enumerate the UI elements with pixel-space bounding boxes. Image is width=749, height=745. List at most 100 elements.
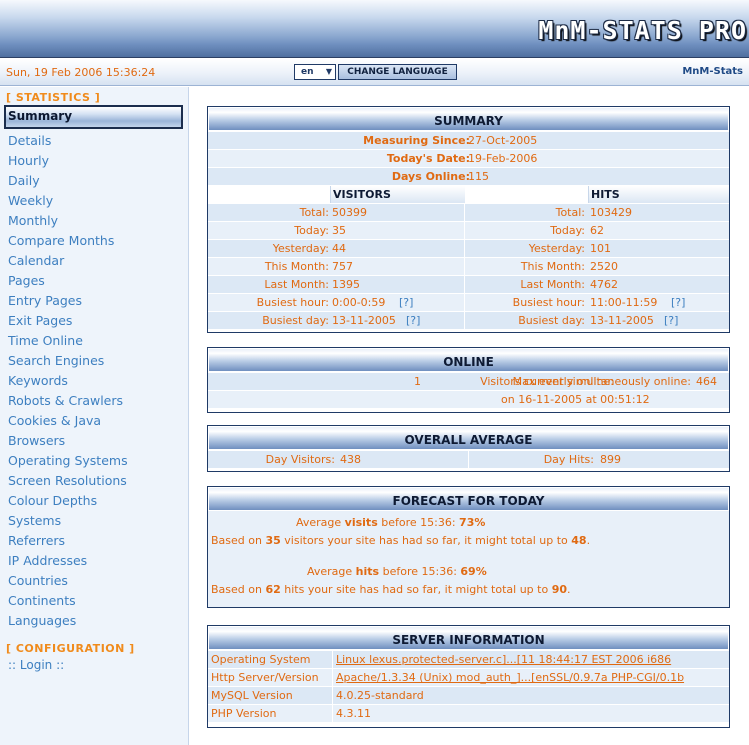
sidebar-item-calendar[interactable]: Calendar (8, 253, 64, 268)
todays-date-value: 19-Feb-2006 (468, 152, 538, 165)
summary-stat-row: Busiest hour: 0:00-0:59 Busiest hour: 11:00… (208, 293, 729, 311)
visitors-stat-label: Busiest day: (262, 314, 329, 327)
summary-stat-row: This Month: 757 This Month: 2520 (208, 257, 729, 275)
visitors-stat-label: Total: (299, 206, 329, 219)
day-visitors-value: 438 (340, 453, 361, 466)
hits-stat-value: 103429 (590, 206, 632, 219)
server-info-label: MySQL Version (211, 689, 293, 702)
days-online-value: 115 (468, 170, 489, 183)
hits-column-header: HITS (588, 186, 729, 204)
sidebar-item-exit-pages[interactable]: Exit Pages (8, 313, 72, 328)
sidebar-item-languages[interactable]: Languages (8, 613, 76, 628)
sidebar-item-daily[interactable]: Daily (8, 173, 40, 188)
sidebar-item-monthly[interactable]: Monthly (8, 213, 58, 228)
sidebar-item-compare-months[interactable]: Compare Months (8, 233, 114, 248)
summary-stat-row: Busiest day: 13-11-2005 Busiest day: 13-11-… (208, 311, 729, 329)
language-select[interactable]: en ▼ (294, 64, 336, 80)
server-info-value: 4.3.11 (336, 707, 371, 720)
change-language-button[interactable]: CHANGE LANGUAGE (338, 64, 457, 80)
language-value: en (301, 67, 314, 77)
max-online-label: Max ever simultaneously online: (512, 375, 691, 388)
max-online-value: 464 (696, 375, 717, 388)
visitors-column-header: VISITORS (330, 186, 465, 204)
visitors-stat-value: 44 (332, 242, 346, 255)
visitors-stat-label: Yesterday: (272, 242, 329, 255)
forecast-hits-line: Average hits before 15:36: 69% (307, 565, 487, 578)
sidebar-item-systems[interactable]: Systems (8, 513, 61, 528)
hits-stat-label: Busiest hour: (512, 296, 585, 309)
hits-help-link[interactable]: [?] (664, 314, 678, 327)
sidebar-item-robots-crawlers[interactable]: Robots & Crawlers (8, 393, 123, 408)
online-row: Visitors currently online: 1 Max ever si… (208, 372, 729, 390)
sidebar: [ STATISTICS ] Summary Details Hourly Dail… (0, 87, 189, 745)
forecast-hits-count: 62 (265, 583, 281, 596)
sidebar-item-referrers[interactable]: Referrers (8, 533, 65, 548)
forecast-visits-based: Based on 35 visitors your site has had s… (211, 534, 591, 547)
server-info-value[interactable]: Linux lexus.protected-server.c]...[11 18… (336, 653, 671, 666)
average-title: OVERALL AVERAGE (208, 426, 729, 450)
sidebar-item-time-online[interactable]: Time Online (8, 333, 83, 348)
summary-panel: SUMMARY Measuring Since: 27-Oct-2005 Tod… (207, 106, 730, 333)
sidebar-item-continents[interactable]: Continents (8, 593, 76, 608)
forecast-visits-line: Average visits before 15:36: 73% (296, 516, 486, 529)
visitors-online-value: 1 (414, 375, 421, 388)
visitors-stat-value: 50399 (332, 206, 367, 219)
current-date: Sun, 19 Feb 2006 15:36:24 (6, 66, 156, 79)
summary-title: SUMMARY (208, 107, 729, 131)
summary-stat-row: Last Month: 1395 Last Month: 4762 (208, 275, 729, 293)
forecast-hits-total: 90 (551, 583, 568, 596)
summary-stat-row: Total: 50399 Total: 103429 (208, 203, 729, 221)
sidebar-item-browsers[interactable]: Browsers (8, 433, 65, 448)
hits-stat-value: 4762 (590, 278, 618, 291)
sidebar-item-ip-addresses[interactable]: IP Addresses (8, 553, 87, 568)
days-online-row: Days Online: 115 (208, 167, 729, 185)
server-info-value[interactable]: Apache/1.3.34 (Unix) mod_auth_]...[enSSL… (336, 671, 684, 684)
summary-stat-row: Yesterday: 44 Yesterday: 101 (208, 239, 729, 257)
sidebar-item-countries[interactable]: Countries (8, 573, 68, 588)
sidebar-item-search-engines[interactable]: Search Engines (8, 353, 104, 368)
visitors-stat-label: Today: (294, 224, 329, 237)
sidebar-item-colour-depths[interactable]: Colour Depths (8, 493, 97, 508)
sidebar-item-cookies-java[interactable]: Cookies & Java (8, 413, 101, 428)
sidebar-item-details[interactable]: Details (8, 133, 51, 148)
sidebar-item-summary[interactable]: Summary (4, 105, 183, 129)
hits-stat-label: Yesterday: (528, 242, 585, 255)
top-banner: MnM-STATS PRO (0, 0, 749, 58)
visitors-stat-value: 757 (332, 260, 353, 273)
visitors-stat-label: Busiest hour: (256, 296, 329, 309)
sidebar-item-pages[interactable]: Pages (8, 273, 45, 288)
sidebar-item-keywords[interactable]: Keywords (8, 373, 68, 388)
hits-stat-label: Today: (550, 224, 585, 237)
day-hits-label: Day Hits: (543, 453, 594, 466)
visitors-help-link[interactable]: [?] (406, 314, 420, 327)
sidebar-item-screen-resolutions[interactable]: Screen Resolutions (8, 473, 127, 488)
forecast-title: FORECAST FOR TODAY (208, 487, 729, 511)
sidebar-item-hourly[interactable]: Hourly (8, 153, 49, 168)
server-info-label: PHP Version (211, 707, 277, 720)
login-link[interactable]: :: Login :: (8, 658, 64, 672)
measuring-since-value: 27-Oct-2005 (468, 134, 538, 147)
forecast-hits-word: hits (355, 565, 380, 578)
days-online-label: Days Online: (391, 170, 470, 183)
forecast-visits-total: 48 (571, 534, 587, 547)
brand-link[interactable]: MnM-Stats (682, 66, 743, 77)
sidebar-item-weekly[interactable]: Weekly (8, 193, 53, 208)
average-row: Day Visitors: 438 Day Hits: 899 (208, 450, 729, 468)
hits-help-link[interactable]: [?] (671, 296, 685, 309)
hits-stat-value: 101 (590, 242, 611, 255)
hits-stat-value: 11:00-11:59 (590, 296, 658, 309)
server-info-row: PHP Version 4.3.11 (208, 704, 729, 722)
visitors-help-link[interactable]: [?] (399, 296, 413, 309)
sidebar-item-entry-pages[interactable]: Entry Pages (8, 293, 82, 308)
online-title: ONLINE (208, 348, 729, 372)
toolbar: Sun, 19 Feb 2006 15:36:24 en ▼ CHANGE LA… (0, 59, 749, 86)
summary-stat-row: Today: 35 Today: 62 (208, 221, 729, 239)
day-visitors-label: Day Visitors: (265, 453, 335, 466)
forecast-hits-based: Based on 62 hits your site has had so fa… (211, 583, 571, 596)
server-info-row: Http Server/Version Apache/1.3.34 (Unix) … (208, 668, 729, 686)
server-info-row: MySQL Version 4.0.25-standard (208, 686, 729, 704)
hits-stat-label: This Month: (520, 260, 585, 273)
server-info-value: 4.0.25-standard (336, 689, 424, 702)
server-title: SERVER INFORMATION (208, 626, 729, 650)
sidebar-item-operating-systems[interactable]: Operating Systems (8, 453, 128, 468)
